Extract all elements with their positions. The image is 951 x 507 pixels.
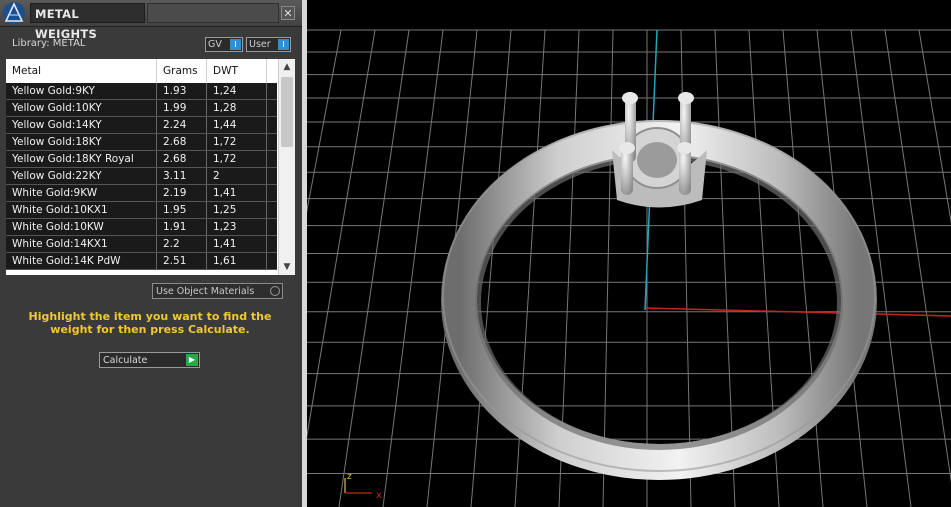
cell-dwt: 1,23 bbox=[207, 219, 267, 235]
column-header-dwt[interactable]: DWT bbox=[207, 59, 267, 83]
use-object-materials-label: Use Object Materials bbox=[156, 286, 255, 297]
table-body: Yellow Gold:9KY 1.93 1,24 Yellow Gold:10KY 1… bbox=[6, 83, 277, 270]
instruction-text: Highlight the item you want to find the … bbox=[28, 310, 272, 336]
metal-table: Metal Grams DWT Yellow Gold:9KY 1.93 1,24 Y… bbox=[6, 59, 295, 275]
table-row[interactable]: White Gold:14KX1 2.2 1,41 bbox=[6, 236, 277, 253]
cell-spacer bbox=[267, 151, 277, 167]
cell-spacer bbox=[267, 117, 277, 133]
use-object-materials-toggle[interactable]: Use Object Materials bbox=[152, 283, 283, 299]
axis-z-label: z bbox=[347, 472, 352, 482]
cell-grams: 2.68 bbox=[157, 134, 207, 150]
cell-metal: White Gold:14K PdW bbox=[6, 253, 157, 269]
scroll-down-icon[interactable]: ▼ bbox=[279, 259, 295, 275]
library-label: Library: METAL bbox=[12, 38, 86, 49]
toggle-indicator-icon: I bbox=[230, 39, 241, 50]
gv-toggle-label: GV bbox=[208, 39, 222, 50]
axis-x-label: x bbox=[376, 490, 382, 501]
cell-metal: White Gold:10KW bbox=[6, 219, 157, 235]
cell-dwt: 1,61 bbox=[207, 253, 267, 269]
cell-metal: Yellow Gold:9KY bbox=[6, 83, 157, 99]
cell-grams: 1.93 bbox=[157, 83, 207, 99]
table-row[interactable]: Yellow Gold:10KY 1.99 1,28 bbox=[6, 100, 277, 117]
metal-weights-panel: METAL WEIGHTS ✕ Library: METAL GV I User… bbox=[0, 0, 302, 507]
cell-spacer bbox=[267, 219, 277, 235]
table-row[interactable]: Yellow Gold:18KY 2.68 1,72 bbox=[6, 134, 277, 151]
cell-metal: Yellow Gold:22KY bbox=[6, 168, 157, 184]
table-row[interactable]: White Gold:10KW 1.91 1,23 bbox=[6, 219, 277, 236]
cell-grams: 2.24 bbox=[157, 117, 207, 133]
table-row[interactable]: Yellow Gold:9KY 1.93 1,24 bbox=[6, 83, 277, 100]
cell-metal: Yellow Gold:14KY bbox=[6, 117, 157, 133]
cell-metal: White Gold:10KX1 bbox=[6, 202, 157, 218]
cell-spacer bbox=[267, 134, 277, 150]
cell-dwt: 1,41 bbox=[207, 185, 267, 201]
calculate-label: Calculate bbox=[103, 355, 148, 366]
close-button[interactable]: ✕ bbox=[281, 6, 295, 20]
table-row[interactable]: White Gold:14K PdW 2.51 1,61 bbox=[6, 253, 277, 270]
cell-dwt: 1,25 bbox=[207, 202, 267, 218]
table-row[interactable]: Yellow Gold:18KY Royal 2.68 1,72 bbox=[6, 151, 277, 168]
cell-spacer bbox=[267, 253, 277, 269]
cell-grams: 1.99 bbox=[157, 100, 207, 116]
cell-dwt: 1,72 bbox=[207, 151, 267, 167]
axis-gizmo-icon: x z bbox=[344, 472, 382, 501]
cell-metal: Yellow Gold:18KY bbox=[6, 134, 157, 150]
cell-dwt: 1,44 bbox=[207, 117, 267, 133]
cell-spacer bbox=[267, 168, 277, 184]
toggle-indicator-icon: I bbox=[278, 39, 289, 50]
cell-metal: White Gold:14KX1 bbox=[6, 236, 157, 252]
table-row[interactable]: Yellow Gold:14KY 2.24 1,44 bbox=[6, 117, 277, 134]
cell-grams: 3.11 bbox=[157, 168, 207, 184]
panel-title: METAL WEIGHTS bbox=[30, 3, 145, 41]
table-row[interactable]: White Gold:10KX1 1.95 1,25 bbox=[6, 202, 277, 219]
cell-dwt: 1,24 bbox=[207, 83, 267, 99]
column-header-grams[interactable]: Grams bbox=[157, 59, 207, 83]
cell-metal: Yellow Gold:18KY Royal bbox=[6, 151, 157, 167]
user-toggle-label: User bbox=[249, 39, 271, 50]
table-row[interactable]: Yellow Gold:22KY 3.11 2 bbox=[6, 168, 277, 185]
table-row[interactable]: White Gold:9KW 2.19 1,41 bbox=[6, 185, 277, 202]
cell-grams: 2.2 bbox=[157, 236, 207, 252]
app-logo-icon bbox=[3, 2, 25, 24]
table-scrollbar[interactable]: ▲ ▼ bbox=[278, 59, 295, 275]
scroll-up-icon[interactable]: ▲ bbox=[279, 59, 295, 75]
radio-icon bbox=[270, 286, 280, 296]
cell-spacer bbox=[267, 202, 277, 218]
cell-spacer bbox=[267, 185, 277, 201]
cell-grams: 2.68 bbox=[157, 151, 207, 167]
cell-metal: Yellow Gold:10KY bbox=[6, 100, 157, 116]
cell-spacer bbox=[267, 236, 277, 252]
cell-grams: 2.51 bbox=[157, 253, 207, 269]
cell-spacer bbox=[267, 83, 277, 99]
cell-grams: 1.95 bbox=[157, 202, 207, 218]
panel-titlebar[interactable]: METAL WEIGHTS ✕ bbox=[0, 0, 302, 41]
cell-spacer bbox=[267, 100, 277, 116]
3d-viewport[interactable]: x z bbox=[307, 0, 951, 507]
cell-metal: White Gold:9KW bbox=[6, 185, 157, 201]
cell-dwt: 2 bbox=[207, 168, 267, 184]
cell-grams: 1.91 bbox=[157, 219, 207, 235]
ring-model[interactable] bbox=[441, 92, 877, 480]
play-arrow-icon: ▶ bbox=[186, 354, 198, 366]
column-header-metal[interactable]: Metal bbox=[6, 59, 157, 83]
cell-dwt: 1,41 bbox=[207, 236, 267, 252]
scroll-thumb[interactable] bbox=[281, 77, 293, 147]
cell-dwt: 1,28 bbox=[207, 100, 267, 116]
cell-dwt: 1,72 bbox=[207, 134, 267, 150]
gv-toggle[interactable]: GV I bbox=[205, 37, 243, 52]
user-toggle[interactable]: User I bbox=[246, 37, 291, 52]
close-icon: ✕ bbox=[283, 7, 293, 20]
viewport-canvas[interactable]: x z bbox=[307, 0, 951, 507]
titlebar-spacer bbox=[147, 3, 279, 23]
cell-grams: 2.19 bbox=[157, 185, 207, 201]
table-header: Metal Grams DWT bbox=[6, 59, 277, 84]
calculate-button[interactable]: Calculate ▶ bbox=[99, 352, 200, 368]
